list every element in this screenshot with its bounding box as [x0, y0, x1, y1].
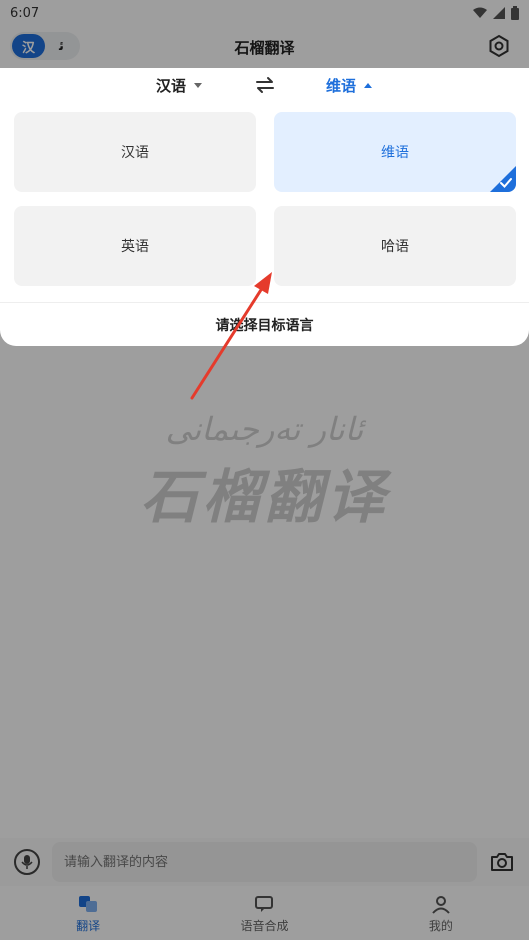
source-language-label: 汉语 [156, 76, 187, 95]
source-language-selector[interactable]: 汉语 [156, 75, 203, 96]
language-option-uyghur[interactable]: 维语 [274, 112, 516, 192]
chevron-up-icon [364, 82, 373, 88]
language-bar: 汉语 维语 [0, 68, 529, 102]
language-option-label: 英语 [121, 239, 149, 255]
target-language-label: 维语 [326, 76, 357, 95]
language-option-kazakh[interactable]: 哈语 [274, 206, 516, 286]
language-option-label: 维语 [381, 145, 409, 161]
language-grid: 汉语 维语 英语 哈语 [14, 112, 516, 286]
swap-icon[interactable] [254, 74, 276, 96]
annotation-arrow-icon [190, 272, 272, 400]
language-option-label: 汉语 [121, 145, 149, 161]
target-language-selector[interactable]: 维语 [326, 75, 373, 96]
language-option-label: 哈语 [381, 239, 409, 255]
language-option-chinese[interactable]: 汉语 [14, 112, 256, 192]
chevron-down-icon [194, 82, 203, 88]
checkmark-icon [500, 178, 512, 188]
